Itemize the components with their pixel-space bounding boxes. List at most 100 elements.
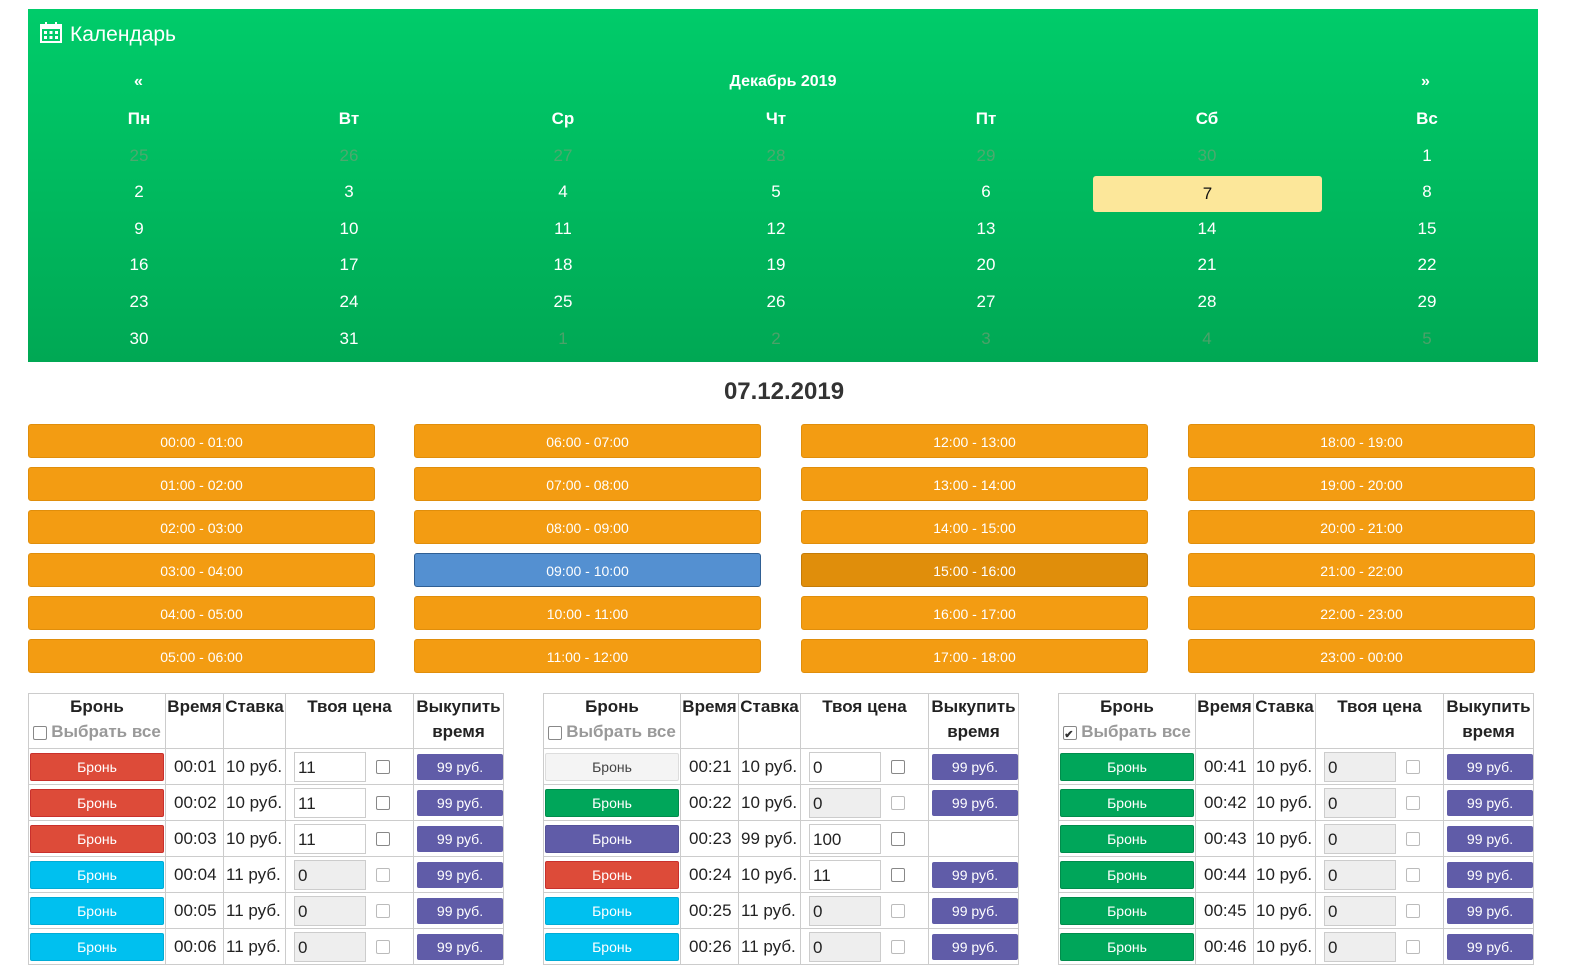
calendar-day[interactable]: 8 [1387, 174, 1467, 211]
price-checkbox[interactable] [1406, 759, 1420, 774]
buy-time-button[interactable]: 99 руб. [932, 789, 1018, 816]
price-input[interactable]: 0 [294, 859, 366, 890]
price-checkbox[interactable] [1406, 831, 1420, 846]
book-button[interactable]: Бронь [545, 752, 679, 781]
buy-time-button[interactable]: 99 руб. [417, 825, 503, 852]
calendar-day[interactable]: 5 [736, 174, 816, 211]
book-button[interactable]: Бронь [30, 860, 164, 889]
time-slot-button[interactable]: 12:00 - 13:00 [801, 424, 1148, 458]
price-checkbox[interactable] [891, 867, 905, 882]
price-checkbox[interactable] [1406, 903, 1420, 918]
book-button[interactable]: Бронь [1060, 824, 1194, 853]
time-slot-button[interactable]: 06:00 - 07:00 [414, 424, 761, 458]
calendar-day[interactable]: 14 [1167, 211, 1247, 248]
calendar-day[interactable]: 27 [946, 284, 1026, 321]
buy-time-button[interactable]: 99 руб. [932, 753, 1018, 780]
calendar-day[interactable]: 28 [736, 138, 816, 175]
time-slot-button[interactable]: 14:00 - 15:00 [801, 510, 1148, 544]
price-checkbox[interactable] [376, 759, 390, 774]
price-checkbox[interactable] [1406, 867, 1420, 882]
calendar-day[interactable]: 29 [1387, 284, 1467, 321]
time-slot-button[interactable]: 07:00 - 08:00 [414, 467, 761, 501]
select-all[interactable]: Выбрать все [29, 719, 165, 744]
buy-time-button[interactable]: 99 руб. [1447, 933, 1533, 960]
price-input[interactable]: 100 [809, 823, 881, 854]
calendar-day[interactable]: 6 [946, 174, 1026, 211]
time-slot-button[interactable]: 01:00 - 02:00 [28, 467, 375, 501]
time-slot-button[interactable]: 09:00 - 10:00 [414, 553, 761, 587]
time-slot-button[interactable]: 16:00 - 17:00 [801, 596, 1148, 630]
buy-time-button[interactable]: 99 руб. [417, 753, 503, 780]
book-button[interactable]: Бронь [30, 824, 164, 853]
calendar-day[interactable]: 23 [99, 284, 179, 321]
calendar-day[interactable]: 29 [946, 138, 1026, 175]
price-input[interactable]: 0 [1324, 895, 1396, 926]
calendar-day[interactable]: 25 [99, 138, 179, 175]
buy-time-button[interactable]: 99 руб. [417, 933, 503, 960]
book-button[interactable]: Бронь [30, 932, 164, 961]
calendar-day[interactable]: 21 [1167, 247, 1247, 284]
time-slot-button[interactable]: 23:00 - 00:00 [1188, 639, 1535, 673]
book-button[interactable]: Бронь [1060, 896, 1194, 925]
calendar-day[interactable]: 9 [99, 211, 179, 248]
calendar-day[interactable]: 12 [736, 211, 816, 248]
time-slot-button[interactable]: 03:00 - 04:00 [28, 553, 375, 587]
next-month-button[interactable]: » [1421, 73, 1430, 91]
buy-time-button[interactable]: 99 руб. [1447, 825, 1533, 852]
time-slot-button[interactable]: 19:00 - 20:00 [1188, 467, 1535, 501]
calendar-day[interactable]: 4 [1167, 321, 1247, 358]
calendar-day[interactable]: 26 [309, 138, 389, 175]
calendar-day[interactable]: 1 [1387, 138, 1467, 175]
calendar-day[interactable]: 17 [309, 247, 389, 284]
price-checkbox[interactable] [376, 867, 390, 882]
time-slot-button[interactable]: 05:00 - 06:00 [28, 639, 375, 673]
book-button[interactable]: Бронь [1060, 932, 1194, 961]
buy-time-button[interactable]: 99 руб. [417, 861, 503, 888]
calendar-day[interactable]: 16 [99, 247, 179, 284]
calendar-day[interactable]: 18 [523, 247, 603, 284]
time-slot-button[interactable]: 08:00 - 09:00 [414, 510, 761, 544]
price-input[interactable]: 11 [294, 823, 366, 854]
book-button[interactable]: Бронь [545, 896, 679, 925]
time-slot-button[interactable]: 22:00 - 23:00 [1188, 596, 1535, 630]
calendar-day[interactable]: 26 [736, 284, 816, 321]
select-all[interactable]: Выбрать все [544, 719, 680, 744]
time-slot-button[interactable]: 20:00 - 21:00 [1188, 510, 1535, 544]
calendar-day[interactable]: 30 [1167, 138, 1247, 175]
price-checkbox[interactable] [1406, 795, 1420, 810]
calendar-day[interactable]: 25 [523, 284, 603, 321]
buy-time-button[interactable]: 99 руб. [417, 897, 503, 924]
calendar-day[interactable]: 27 [523, 138, 603, 175]
book-button[interactable]: Бронь [30, 788, 164, 817]
calendar-day[interactable]: 10 [309, 211, 389, 248]
buy-time-button[interactable]: 99 руб. [932, 933, 1018, 960]
book-button[interactable]: Бронь [30, 752, 164, 781]
price-input[interactable]: 11 [294, 787, 366, 818]
calendar-day[interactable]: 11 [523, 211, 603, 248]
price-checkbox[interactable] [891, 795, 905, 810]
select-all-checkbox[interactable] [1063, 723, 1078, 748]
price-checkbox[interactable] [1406, 939, 1420, 954]
select-all-checkbox[interactable] [33, 725, 48, 740]
book-button[interactable]: Бронь [545, 824, 679, 853]
price-input[interactable]: 0 [294, 895, 366, 926]
price-checkbox[interactable] [376, 831, 390, 846]
price-checkbox[interactable] [891, 939, 905, 954]
price-input[interactable]: 11 [294, 751, 366, 782]
book-button[interactable]: Бронь [1060, 788, 1194, 817]
time-slot-button[interactable]: 11:00 - 12:00 [414, 639, 761, 673]
calendar-day[interactable]: 3 [946, 321, 1026, 358]
calendar-day[interactable]: 2 [736, 321, 816, 358]
calendar-day[interactable]: 19 [736, 247, 816, 284]
book-button[interactable]: Бронь [1060, 860, 1194, 889]
calendar-day[interactable]: 4 [523, 174, 603, 211]
select-all[interactable]: Выбрать все [1059, 719, 1195, 748]
buy-time-button[interactable]: 99 руб. [1447, 753, 1533, 780]
price-checkbox[interactable] [891, 759, 905, 774]
time-slot-button[interactable]: 04:00 - 05:00 [28, 596, 375, 630]
time-slot-button[interactable]: 15:00 - 16:00 [801, 553, 1148, 587]
calendar-day[interactable]: 30 [99, 321, 179, 358]
calendar-day[interactable]: 3 [309, 174, 389, 211]
calendar-day[interactable]: 5 [1387, 321, 1467, 358]
book-button[interactable]: Бронь [545, 932, 679, 961]
